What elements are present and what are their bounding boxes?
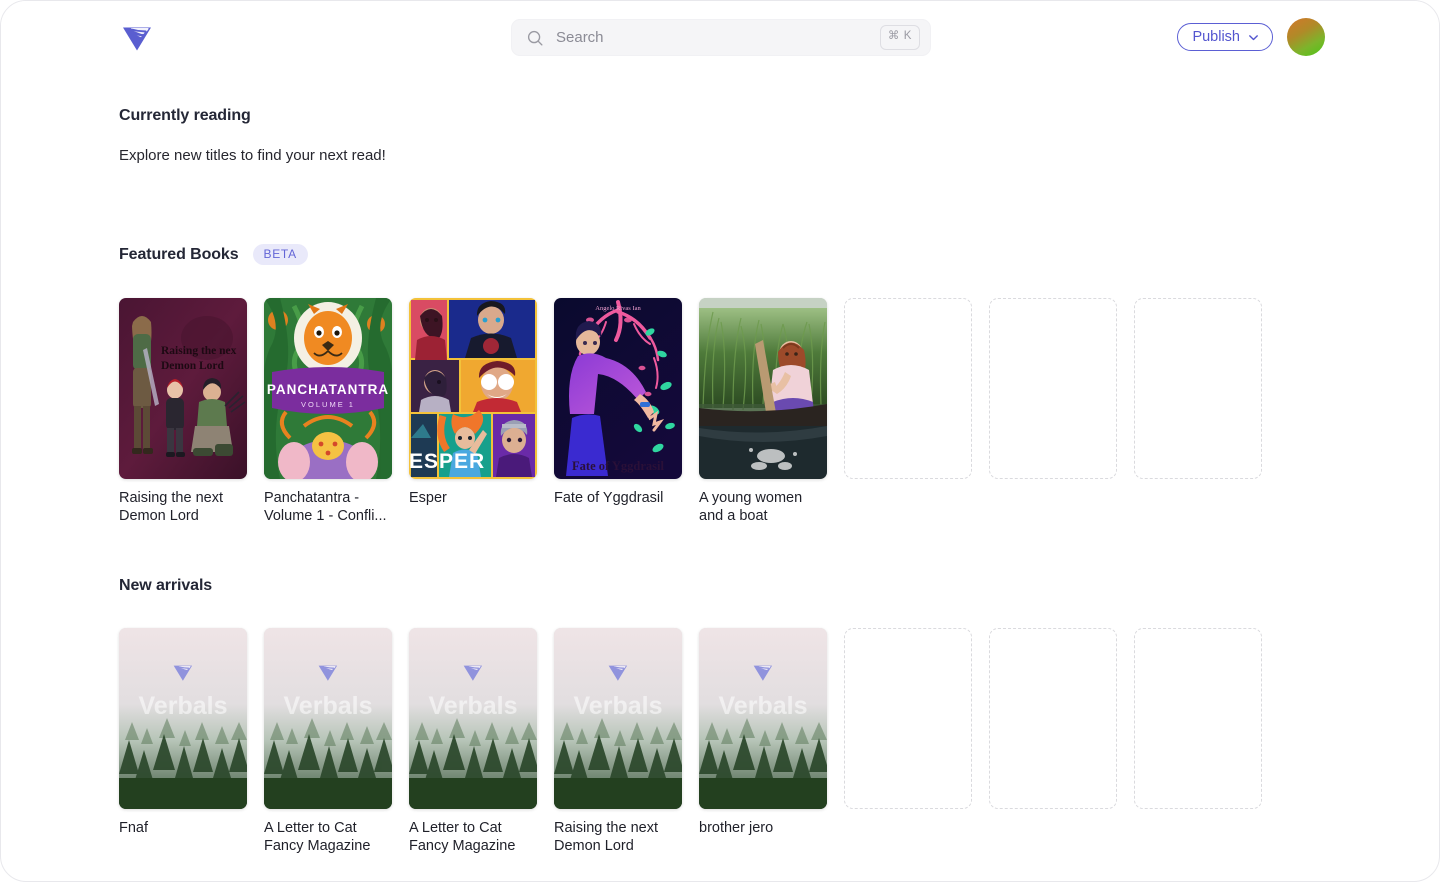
publish-button[interactable]: Publish: [1177, 23, 1273, 51]
featured-books-title: Featured Books: [119, 245, 239, 263]
book-title: Esper: [409, 490, 447, 506]
book-cover-panchatantra[interactable]: PANCHATANTRA VOLUME 1: [264, 298, 392, 479]
book-card[interactable]: PANCHATANTRA VOLUME 1 Panchatantra - Vol…: [264, 298, 392, 525]
user-avatar[interactable]: [1287, 18, 1325, 56]
empty-book-slot-wrap: [989, 298, 1117, 525]
book-cover-demon-lord[interactable]: Raising the nex Demon Lord: [119, 298, 247, 479]
empty-book-slot-wrap: [1134, 298, 1262, 525]
svg-text:Verbals: Verbals: [139, 692, 228, 720]
currently-reading-section: Currently reading Explore new titles to …: [119, 73, 1321, 164]
svg-text:Fate of Yggdrasil: Fate of Yggdrasil: [572, 459, 664, 473]
book-cover-placeholder[interactable]: Verbals: [554, 628, 682, 809]
book-card[interactable]: Verbals Fnaf: [119, 628, 247, 855]
book-cover-placeholder[interactable]: Verbals: [119, 628, 247, 809]
currently-reading-title: Currently reading: [119, 107, 251, 124]
book-title: A young women and a boat: [699, 490, 803, 524]
featured-books-section: Featured Books BETA Raising the nex Demo…: [119, 164, 1321, 525]
empty-book-slot-wrap: [989, 628, 1117, 855]
svg-text:Verbals: Verbals: [429, 692, 518, 720]
svg-text:PANCHATANTRA: PANCHATANTRA: [267, 382, 389, 397]
svg-text:Raising the nex: Raising the nex: [161, 345, 237, 357]
svg-text:Verbals: Verbals: [719, 692, 808, 720]
book-card[interactable]: Verbals A Letter to Cat Fancy Magazine: [409, 628, 537, 855]
book-title: Raising the next Demon Lord: [554, 820, 658, 854]
empty-book-slot-wrap: [844, 298, 972, 525]
svg-text:Verbals: Verbals: [574, 692, 663, 720]
app-window: ⌘ K Publish Currently reading Explore ne…: [0, 0, 1440, 882]
publish-button-label: Publish: [1192, 29, 1240, 45]
empty-book-slot-wrap: [1134, 628, 1262, 855]
search-box[interactable]: ⌘ K: [511, 19, 931, 56]
featured-books-shelf: Raising the nex Demon Lord Raising the n…: [119, 298, 1321, 525]
book-card[interactable]: Verbals A Letter to Cat Fancy Magazine: [264, 628, 392, 855]
search-input[interactable]: [556, 29, 880, 46]
book-title: A Letter to Cat Fancy Magazine: [264, 820, 371, 854]
book-card[interactable]: Verbals Raising the next Demon Lord: [554, 628, 682, 855]
book-card[interactable]: A young women and a boat: [699, 298, 827, 525]
svg-text:Verbals: Verbals: [284, 692, 373, 720]
book-card[interactable]: Raising the nex Demon Lord Raising the n…: [119, 298, 247, 525]
empty-book-slot-wrap: [844, 628, 972, 855]
header-actions: Publish: [1177, 1, 1325, 73]
featured-books-header: Featured Books BETA: [119, 244, 1321, 265]
currently-reading-subtitle: Explore new titles to find your next rea…: [119, 147, 386, 164]
new-arrivals-title: New arrivals: [119, 577, 213, 594]
book-title: Fate of Yggdrasil: [554, 490, 664, 506]
search-icon: [527, 30, 543, 46]
book-card[interactable]: ESPER Esper: [409, 298, 537, 525]
search-bar[interactable]: ⌘ K: [511, 19, 931, 56]
new-arrivals-section: New arrivals Verbals Fnaf Verbals A Lett…: [119, 525, 1321, 855]
search-shortcut-badge: ⌘ K: [879, 25, 920, 50]
empty-book-slot[interactable]: [1134, 628, 1262, 809]
book-card[interactable]: Angelo Rivas Ian Fate of Yggdrasil Fate …: [554, 298, 682, 525]
empty-book-slot[interactable]: [1134, 298, 1262, 479]
svg-text:Angelo Rivas Ian: Angelo Rivas Ian: [595, 305, 641, 312]
app-header: ⌘ K Publish: [1, 1, 1439, 73]
verbals-logo-icon[interactable]: [119, 19, 155, 55]
book-title: A Letter to Cat Fancy Magazine: [409, 820, 516, 854]
book-title: brother jero: [699, 820, 774, 836]
empty-book-slot[interactable]: [844, 628, 972, 809]
beta-badge: BETA: [252, 244, 308, 265]
svg-text:Demon Lord: Demon Lord: [161, 360, 225, 372]
empty-book-slot[interactable]: [989, 628, 1117, 809]
empty-book-slot[interactable]: [989, 298, 1117, 479]
book-cover-placeholder[interactable]: Verbals: [409, 628, 537, 809]
book-title: Raising the next Demon Lord: [119, 490, 223, 524]
empty-book-slot[interactable]: [844, 298, 972, 479]
book-cover-yggdrasil[interactable]: Angelo Rivas Ian Fate of Yggdrasil: [554, 298, 682, 479]
book-cover-esper[interactable]: ESPER: [409, 298, 537, 479]
book-cover-placeholder[interactable]: Verbals: [264, 628, 392, 809]
svg-text:ESPER: ESPER: [409, 450, 485, 473]
book-card[interactable]: Verbals brother jero: [699, 628, 827, 855]
book-cover-placeholder[interactable]: Verbals: [699, 628, 827, 809]
new-arrivals-shelf: Verbals Fnaf Verbals A Letter to Cat Fan…: [119, 628, 1321, 855]
main-content: Currently reading Explore new titles to …: [1, 73, 1439, 855]
svg-text:VOLUME 1: VOLUME 1: [301, 400, 355, 409]
chevron-down-icon: [1249, 34, 1258, 40]
book-cover-boat-photo[interactable]: [699, 298, 827, 479]
book-title: Panchatantra - Volume 1 - Confli...: [264, 490, 387, 524]
book-title: Fnaf: [119, 820, 149, 836]
